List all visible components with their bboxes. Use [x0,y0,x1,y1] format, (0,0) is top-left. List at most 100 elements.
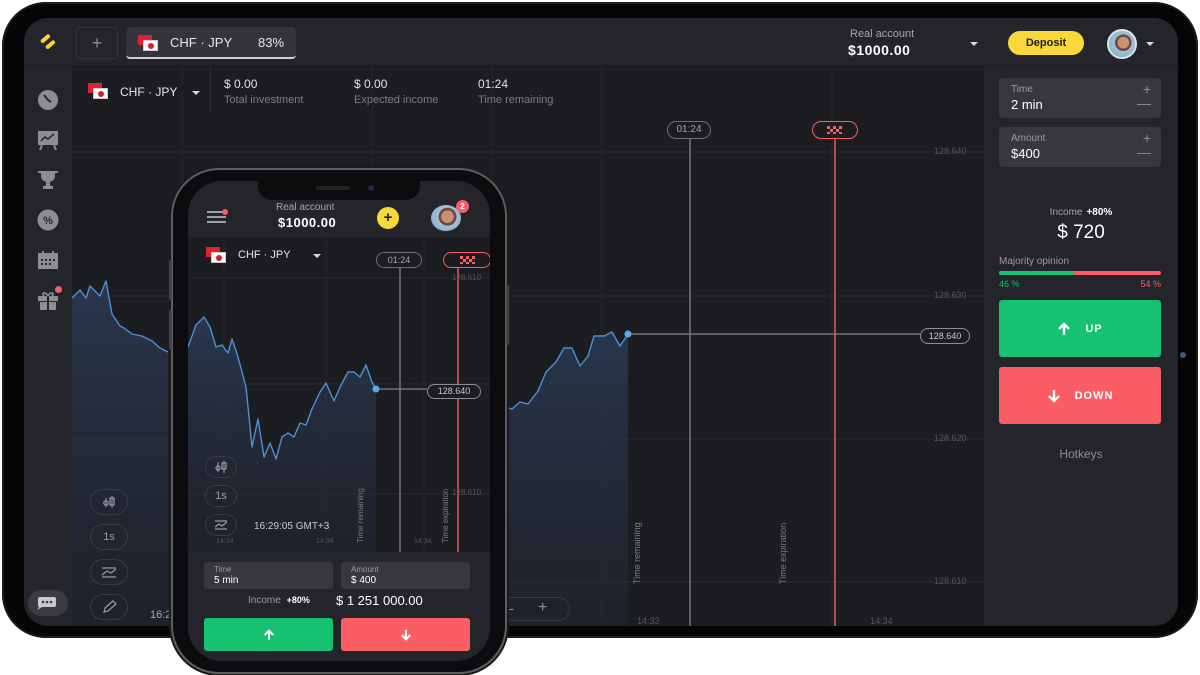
user-avatar[interactable] [1107,29,1137,59]
majority-up-percent: 46 % [999,279,1020,289]
up-button[interactable]: UP [999,300,1161,357]
phone-time-remaining-label: Time remaining [356,488,365,543]
majority-opinion-label: Majority opinion [999,256,1070,267]
asset-dropdown-icon[interactable] [192,91,200,95]
top-bar: + CHF · JPY 83% Real account $1000.00 De… [24,18,1178,66]
amount-field-value[interactable]: $400 [1011,146,1040,161]
price-area [502,332,628,626]
zoom-out-button[interactable]: − [506,601,514,617]
asset-name: CHF · JPY [120,85,178,99]
phone-asset-selector[interactable]: CHF · JPY [206,247,326,267]
chart-type-button[interactable] [90,489,128,515]
calendar-icon[interactable] [36,248,60,272]
phone-amount-label: Amount [351,565,379,574]
majority-opinion-bar [999,271,1161,275]
chf-jpy-flag-icon [206,247,226,263]
phone-indicators-button[interactable] [205,514,237,536]
phone-income-row: Income +80% [248,595,310,606]
price-tick: 128.620 [934,433,967,443]
phone-chart-type-button[interactable] [205,456,237,478]
phone-time-field[interactable]: Time 5 min [204,562,333,589]
phone-interval-label: 1s [215,490,227,502]
svg-text:%: % [43,215,53,227]
majority-up-fill [999,271,1074,275]
phone-price-tick: 128.610 [452,273,481,282]
current-price-dot [372,385,380,393]
account-dropdown-icon[interactable] [970,42,978,46]
drawing-button[interactable] [90,594,128,620]
time-remaining-label: Time remaining [478,94,554,106]
time-tick: 14:33 [637,616,660,626]
time-field-value[interactable]: 2 min [1011,97,1043,112]
down-button-label: DOWN [1074,389,1114,402]
chart-board-icon[interactable] [36,128,60,152]
menu-icon[interactable] [206,209,228,225]
phone-account-balance[interactable]: $1000.00 [278,215,336,230]
phone-device: Real account $1000.00 + 2 CHF · JPY 01:2… [169,170,509,672]
trophy-icon[interactable] [36,168,60,192]
phone-time-label: Time [214,565,232,574]
phone-notch [258,181,420,200]
deposit-button[interactable]: Deposit [1008,31,1084,55]
account-balance: $1000.00 [848,42,911,58]
interval-button[interactable]: 1s [90,524,128,550]
phone-side-button [169,310,172,350]
asset-tab-payout: 83% [258,35,285,50]
phone-up-button[interactable] [204,618,333,651]
amount-field[interactable]: Amount $400 + — [999,127,1161,167]
income-percent: +80% [1086,207,1113,218]
total-investment-stat: $ 0.00 Total investment [224,77,303,106]
hotkeys-link[interactable]: Hotkeys [984,447,1178,461]
account-type-label: Real account [850,28,915,40]
phone-speaker [316,186,350,190]
logo-icon[interactable] [38,32,58,52]
phone-down-button[interactable] [341,618,470,651]
asset-selector[interactable]: CHF · JPY [88,80,218,102]
chf-jpy-flag-icon [88,83,108,99]
phone-deposit-button[interactable]: + [377,207,399,229]
income-label: Income [1049,207,1083,218]
indicator-icon [214,520,228,530]
add-tab-button[interactable]: + [76,27,118,59]
phone-time-expiration-label: Time expiration [441,488,450,543]
time-field[interactable]: Time 2 min + — [999,78,1161,118]
chat-button[interactable] [28,590,68,616]
phone-timer-pill: 01:24 [376,252,422,268]
price-tick: 128.610 [934,576,967,586]
pencil-icon [103,600,117,613]
phone-income-label: Income [248,595,281,606]
phone-income-value: $ 1 251 000.00 [336,593,423,608]
down-button[interactable]: DOWN [999,367,1161,424]
percent-badge-icon[interactable]: % [36,208,60,232]
time-decrease-button[interactable]: — [1137,95,1151,111]
asset-tab[interactable]: CHF · JPY 83% [126,27,296,59]
phone-time-tick: 14:34 [216,538,234,545]
total-investment-label: Total investment [224,94,304,106]
arrow-up-icon [1058,321,1071,335]
clock-icon[interactable] [36,88,60,112]
time-remaining-value: 01:24 [478,77,509,91]
amount-field-label: Amount [1011,133,1046,144]
sidebar: % [24,66,72,626]
phone-income-percent: +80% [286,595,310,605]
zoom-in-button[interactable]: + [538,599,547,617]
phone-price-tick: 128.610 [452,488,481,497]
current-price-label: 128.640 [920,328,970,344]
phone-asset-dropdown-icon[interactable] [313,254,321,258]
phone-time-value: 5 min [214,575,239,586]
interval-label: 1s [103,531,115,543]
phone-side-button [506,285,509,345]
candlestick-icon [215,461,227,473]
finish-flag-icon [460,256,475,264]
phone-interval-button[interactable]: 1s [205,485,237,507]
indicators-button[interactable] [90,559,128,585]
phone-account-label: Real account [276,202,335,213]
trade-panel: Time 2 min + — Amount $400 + — Income +80… [984,66,1178,626]
candlestick-icon [103,496,115,508]
amount-decrease-button[interactable]: — [1137,144,1151,160]
phone-amount-field[interactable]: Amount $ 400 [341,562,470,589]
expected-income-stat: $ 0.00 Expected income [354,77,438,106]
income-value: $ 720 [1057,222,1105,243]
profile-dropdown-icon[interactable] [1146,42,1154,46]
expiration-pill [812,121,858,139]
